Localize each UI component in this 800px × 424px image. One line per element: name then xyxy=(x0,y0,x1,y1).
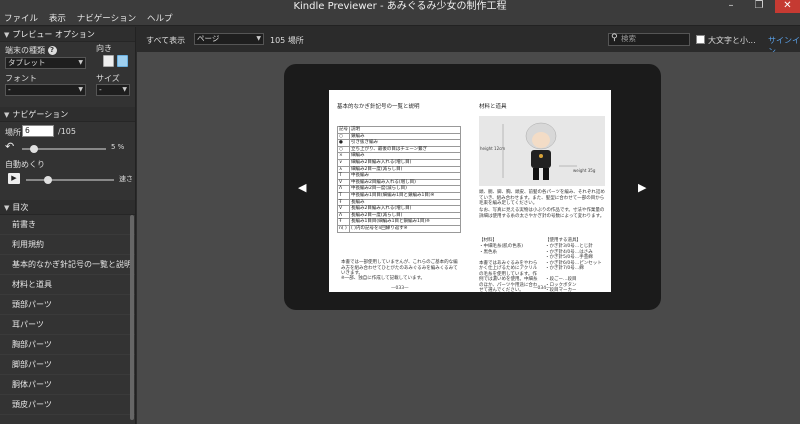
right-page-number: —034— xyxy=(533,286,551,291)
table-row: ○ 鎖編み xyxy=(337,132,461,141)
orientation-label: 向き xyxy=(96,44,112,53)
location-input[interactable]: 6 xyxy=(22,125,54,137)
table-row: ○ 立ち上がり、最後の目はチェーン繋ぎ xyxy=(337,145,461,154)
toc-item[interactable]: 材料と道具 xyxy=(0,275,135,295)
left-note: 本書では一部使用していませんが、これらのご基本的な編み方を組み合わせてひとがたの… xyxy=(341,260,458,276)
zoom-slider-knob[interactable] xyxy=(30,145,38,153)
device-type-select[interactable]: タブレット ▼ xyxy=(5,57,86,69)
height-label: height 12cm xyxy=(480,146,506,151)
close-button[interactable]: ✕ xyxy=(775,0,800,13)
collapse-icon: ▼ xyxy=(4,31,10,39)
font-select[interactable]: - ▼ xyxy=(5,84,86,96)
col-symbol: 記号 xyxy=(337,126,350,134)
toc-item[interactable]: 利用規約 xyxy=(0,235,135,255)
preview-options-panel: 端末の種類 ? 向き タブレット ▼ フォント サイズ - ▼ - ▼ xyxy=(0,42,135,97)
right-para1: 頭、胴、脚、胸、頭皮、前髪の各パーツを編み、それぞれ詰めていき、組み合わせます。… xyxy=(479,190,605,206)
back-arrow-icon[interactable]: ↶ xyxy=(5,140,14,153)
sidebar: ▼ プレビュー オプション 端末の種類 ? 向き タブレット ▼ フォント サイズ … xyxy=(0,27,136,424)
menu-navigation[interactable]: ナビゲーション xyxy=(73,13,140,26)
location-label: 場所 xyxy=(5,128,21,137)
speed-label: 速さ xyxy=(119,175,133,183)
toc-item[interactable]: 胸部パーツ xyxy=(0,335,135,355)
toc-scrollbar[interactable] xyxy=(130,215,134,420)
table-row: n( )( )内の記号をn回繰り返す※ xyxy=(337,224,461,233)
view-all-label: すべて表示 xyxy=(146,36,186,45)
materials-heading: 【材料】 xyxy=(479,238,497,243)
zoom-value: 5 % xyxy=(111,143,125,151)
minimize-button[interactable]: – xyxy=(720,0,742,13)
prev-page-icon[interactable]: ◀ xyxy=(298,181,306,194)
next-page-icon[interactable]: ▶ xyxy=(638,181,646,194)
speed-slider-knob[interactable] xyxy=(44,176,52,184)
left-note2: ※一部、独自に作成して記載しています。 xyxy=(341,276,426,281)
size-label: サイズ xyxy=(96,74,120,83)
tools-heading: 【使用する道具】 xyxy=(545,238,581,243)
left-heading: 基本的なかぎ針記号の一覧と説明 xyxy=(337,104,420,110)
toc-item[interactable]: 脚部パーツ xyxy=(0,355,135,375)
menu-view[interactable]: 表示 xyxy=(45,13,70,26)
speed-slider[interactable] xyxy=(26,179,114,181)
symbol-table: 記号 説明 ○ 鎖編み ● 引き抜き編み ○ 立ち上がり、最後の目はチェーン繋ぎ × 細編… xyxy=(337,126,461,233)
table-row: V 中長編み2目編み入れる(増し目) xyxy=(337,178,461,187)
autoplay-label: 自動めくり xyxy=(5,160,45,169)
toolbar: すべて表示 ページ▼ 105 場所 ⚲ 検索 大文字と小... サインイン xyxy=(137,27,800,56)
view-mode-select[interactable]: ページ ▼ xyxy=(194,33,264,45)
weight-label: weight 35g xyxy=(573,168,596,173)
preview-options-header[interactable]: ▼ プレビュー オプション xyxy=(0,27,135,42)
location-count: 105 場所 xyxy=(270,36,304,45)
table-row: × 細編み xyxy=(337,152,461,160)
table-row: V 長編み2目編み入れる(増し目) xyxy=(337,205,461,213)
portrait-icon[interactable] xyxy=(103,55,114,67)
match-case-label: 大文字と小... xyxy=(708,36,756,45)
table-row: Ŧ 長編み1目目(細編み1目と鎖編み1目)※ xyxy=(337,218,461,226)
right-heading: 材料と道具 xyxy=(479,104,507,110)
toc-header[interactable]: ▼ 目次 xyxy=(0,200,135,215)
toc-item[interactable]: 基本的なかぎ針記号の一覧と説明 xyxy=(0,255,135,275)
navigation-header[interactable]: ▼ ナビゲーション xyxy=(0,107,135,122)
doll-illustration xyxy=(502,122,577,180)
table-row: ∨ 細編み2目編み入れる(増し目) xyxy=(337,158,461,167)
maximize-button[interactable]: ❐ xyxy=(748,0,770,13)
book-page: 基本的なかぎ針記号の一覧と説明 記号 説明 ○ 鎖編み ● 引き抜き編み ○ 立ち上がり… xyxy=(329,90,611,292)
table-row: T 中長編み xyxy=(337,172,461,180)
materials-list: ・中細毛糸(肌の色系) ・黒色糸 本書ではあみぐるみをやわらかく仕上げるためにア… xyxy=(479,244,538,292)
toc-list: 前書き 利用規約 基本的なかぎ針記号の一覧と説明 材料と道具 頭部パーツ 耳パー… xyxy=(0,215,135,420)
match-case-checkbox[interactable] xyxy=(696,35,705,44)
help-icon[interactable]: ? xyxy=(47,46,57,55)
size-select[interactable]: - ▼ xyxy=(96,84,130,96)
search-icon: ⚲ xyxy=(611,33,618,43)
collapse-icon: ▼ xyxy=(4,111,10,119)
title-bar: Kindle Previewer - あみぐるみ少女の制作工程 – ❐ ✕ xyxy=(0,0,800,13)
table-row: T 中長編み1目目(細編み1目と鎖編み1目)※ xyxy=(337,191,461,200)
menu-bar: ファイル 表示 ナビゲーション ヘルプ xyxy=(0,13,800,26)
table-row: Ŧ 長編み xyxy=(337,198,461,207)
navigation-panel: 場所 6 /105 ↶ 5 % 自動めくり ▶ 速さ xyxy=(0,122,135,195)
tablet-frame: ◀ ▶ 基本的なかぎ針記号の一覧と説明 記号 説明 ○ 鎖編み ● 引き抜き編み ○ 立… xyxy=(284,64,661,310)
menu-file[interactable]: ファイル xyxy=(0,13,42,26)
preview-canvas: ◀ ▶ 基本的なかぎ針記号の一覧と説明 記号 説明 ○ 鎖編み ● 引き抜き編み ○ 立… xyxy=(137,52,800,424)
table-row: ∧ 細編み2目一度(減らし目) xyxy=(337,165,461,174)
window-title: Kindle Previewer - あみぐるみ少女の制作工程 xyxy=(293,1,507,12)
landscape-icon[interactable] xyxy=(117,55,128,67)
collapse-icon: ▼ xyxy=(4,204,10,212)
toc-item[interactable]: 頭皮パーツ xyxy=(0,395,135,415)
tools-list: ・かぎ針3/0号…とじ針 ・かぎ針4/0号…はさみ ・かぎ針5/0号…手芸綿 ・… xyxy=(545,244,602,292)
search-input[interactable]: ⚲ 検索 xyxy=(608,33,690,46)
toc-item[interactable]: 耳パーツ xyxy=(0,315,135,335)
font-label: フォント xyxy=(5,74,37,83)
toc-item[interactable]: 頭部パーツ xyxy=(0,295,135,315)
left-page-number: —033— xyxy=(391,286,409,291)
menu-help[interactable]: ヘルプ xyxy=(143,13,177,26)
device-type-label: 端末の種類 ? xyxy=(5,45,57,56)
right-para2: なお、写真に見える実物は小ぶりの作品です。寸法や作業量の詳細は使用する糸の太さや… xyxy=(479,208,605,219)
toc-item[interactable]: 前書き xyxy=(0,215,135,235)
col-desc: 説明 xyxy=(349,126,461,134)
table-row: Λ 長編み2目一度(減らし目) xyxy=(337,211,461,220)
table-row: ● 引き抜き編み xyxy=(337,139,461,147)
play-icon[interactable]: ▶ xyxy=(8,173,20,184)
location-total: /105 xyxy=(58,127,76,136)
doll-photo: height 12cm weight 35g xyxy=(479,116,605,186)
table-row: Λ 中長編み2目一度(減らし目) xyxy=(337,185,461,193)
toc-item[interactable]: 胴体パーツ xyxy=(0,375,135,395)
